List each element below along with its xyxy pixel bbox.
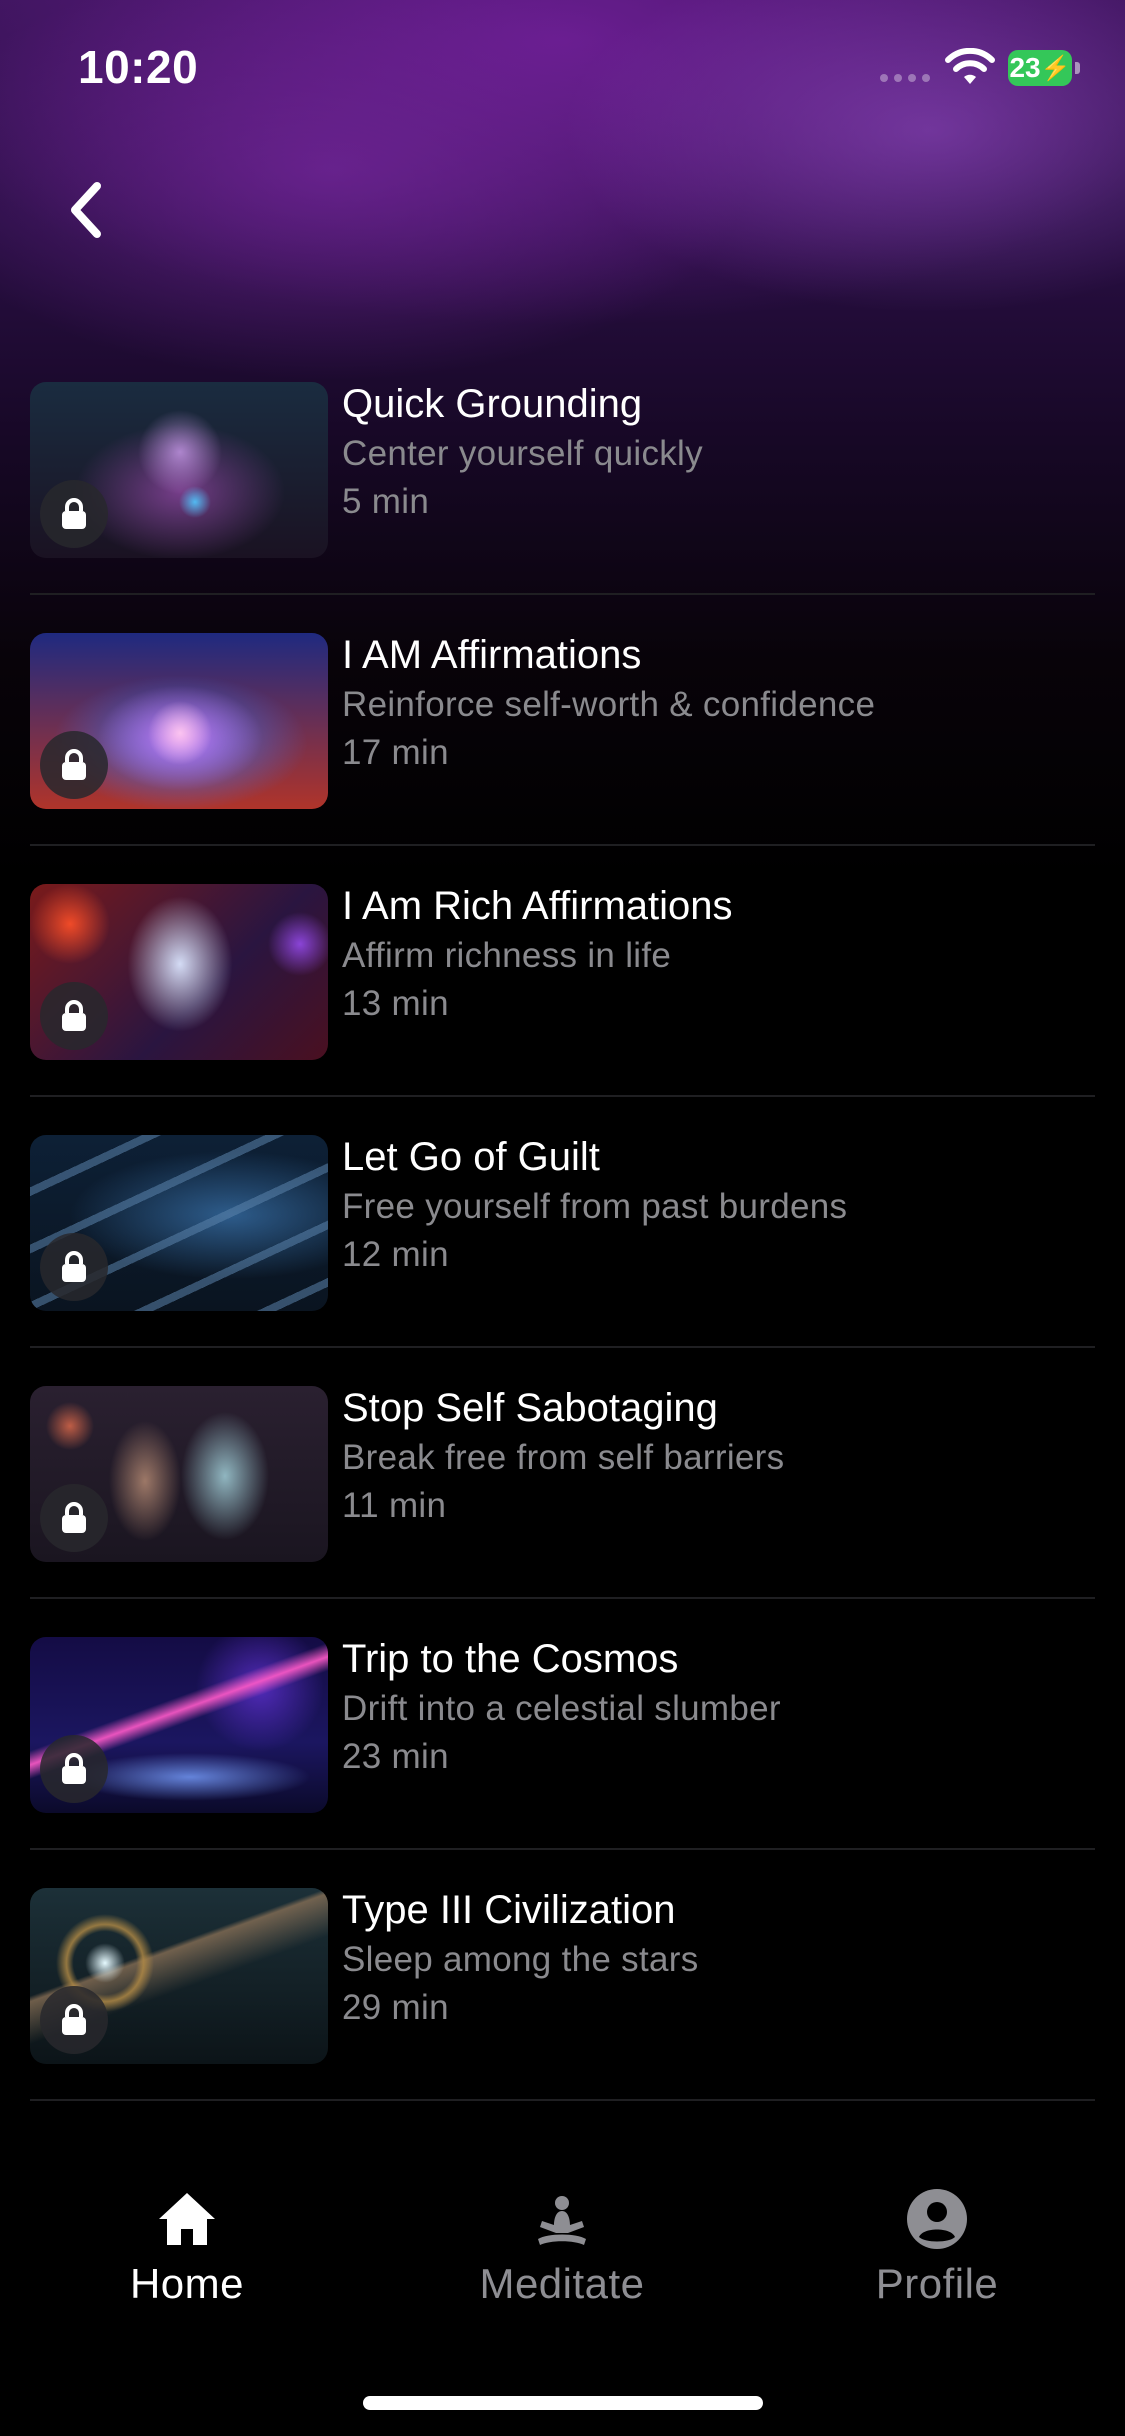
session-subtitle: Affirm richness in life: [342, 936, 672, 975]
tab-home[interactable]: Home: [57, 2184, 317, 2308]
lock-icon: [40, 480, 108, 548]
session-row-type-iii-civilization[interactable]: Type III Civilization Sleep among the st…: [0, 1884, 1125, 2135]
session-row-stop-self-sabotaging[interactable]: Stop Self Sabotaging Break free from sel…: [0, 1382, 1125, 1633]
chevron-left-icon: [71, 182, 101, 238]
session-row-let-go-of-guilt[interactable]: Let Go of Guilt Free yourself from past …: [0, 1131, 1125, 1382]
battery-level: 23: [1009, 52, 1041, 83]
session-duration: 29 min: [342, 1988, 449, 2027]
home-icon: [152, 2184, 222, 2254]
tab-bar: Home Meditate Profile: [0, 2150, 1125, 2350]
profile-icon: [902, 2184, 972, 2254]
session-subtitle: Sleep among the stars: [342, 1940, 699, 1979]
divider: [30, 1597, 1095, 1599]
lock-icon: [40, 1484, 108, 1552]
session-thumbnail: [30, 1135, 328, 1311]
lock-icon: [40, 1735, 108, 1803]
session-duration: 13 min: [342, 984, 449, 1023]
divider: [30, 1346, 1095, 1348]
session-subtitle: Reinforce self-worth & confidence: [342, 685, 876, 724]
session-list: Quick Grounding Center yourself quickly …: [0, 378, 1125, 2135]
wifi-icon: [945, 48, 995, 84]
divider: [30, 2099, 1095, 2101]
tab-label: Meditate: [479, 2260, 645, 2307]
session-thumbnail: [30, 382, 328, 558]
divider: [30, 1095, 1095, 1097]
session-row-i-am-rich-affirmations[interactable]: I Am Rich Affirmations Affirm richness i…: [0, 880, 1125, 1131]
session-row-i-am-affirmations[interactable]: I AM Affirmations Reinforce self-worth &…: [0, 629, 1125, 880]
back-button[interactable]: [50, 170, 120, 250]
tab-profile[interactable]: Profile: [807, 2184, 1067, 2308]
battery-icon: 23 ⚡: [1008, 50, 1072, 86]
status-bar: 10:20 23 ⚡: [0, 0, 1125, 140]
session-duration: 23 min: [342, 1737, 449, 1776]
cellular-signal-icon: [880, 74, 930, 82]
tab-label: Home: [129, 2260, 245, 2307]
divider: [30, 1848, 1095, 1850]
session-duration: 12 min: [342, 1235, 449, 1274]
session-row-quick-grounding[interactable]: Quick Grounding Center yourself quickly …: [0, 378, 1125, 629]
divider: [30, 593, 1095, 595]
session-subtitle: Break free from self barriers: [342, 1438, 785, 1477]
session-title: Trip to the Cosmos: [342, 1637, 679, 1681]
session-thumbnail: [30, 1637, 328, 1813]
session-title: I Am Rich Affirmations: [342, 884, 733, 928]
session-row-trip-to-the-cosmos[interactable]: Trip to the Cosmos Drift into a celestia…: [0, 1633, 1125, 1884]
session-duration: 11 min: [342, 1486, 447, 1525]
lock-icon: [40, 1986, 108, 2054]
session-thumbnail: [30, 884, 328, 1060]
session-subtitle: Free yourself from past burdens: [342, 1187, 848, 1226]
session-thumbnail: [30, 633, 328, 809]
lock-icon: [40, 731, 108, 799]
session-thumbnail: [30, 1386, 328, 1562]
session-title: Quick Grounding: [342, 382, 643, 426]
tab-meditate[interactable]: Meditate: [432, 2184, 692, 2308]
home-indicator: [363, 2396, 763, 2410]
session-duration: 5 min: [342, 482, 430, 521]
meditate-icon: [527, 2184, 597, 2254]
lock-icon: [40, 1233, 108, 1301]
battery-cap: [1075, 62, 1080, 74]
lock-icon: [40, 982, 108, 1050]
divider: [30, 844, 1095, 846]
session-title: Stop Self Sabotaging: [342, 1386, 718, 1430]
session-duration: 17 min: [342, 733, 449, 772]
session-title: I AM Affirmations: [342, 633, 642, 677]
status-time: 10:20: [78, 41, 199, 93]
session-subtitle: Drift into a celestial slumber: [342, 1689, 781, 1728]
session-subtitle: Center yourself quickly: [342, 434, 703, 473]
session-title: Let Go of Guilt: [342, 1135, 600, 1179]
session-title: Type III Civilization: [342, 1888, 676, 1932]
session-thumbnail: [30, 1888, 328, 2064]
tab-label: Profile: [875, 2260, 999, 2307]
